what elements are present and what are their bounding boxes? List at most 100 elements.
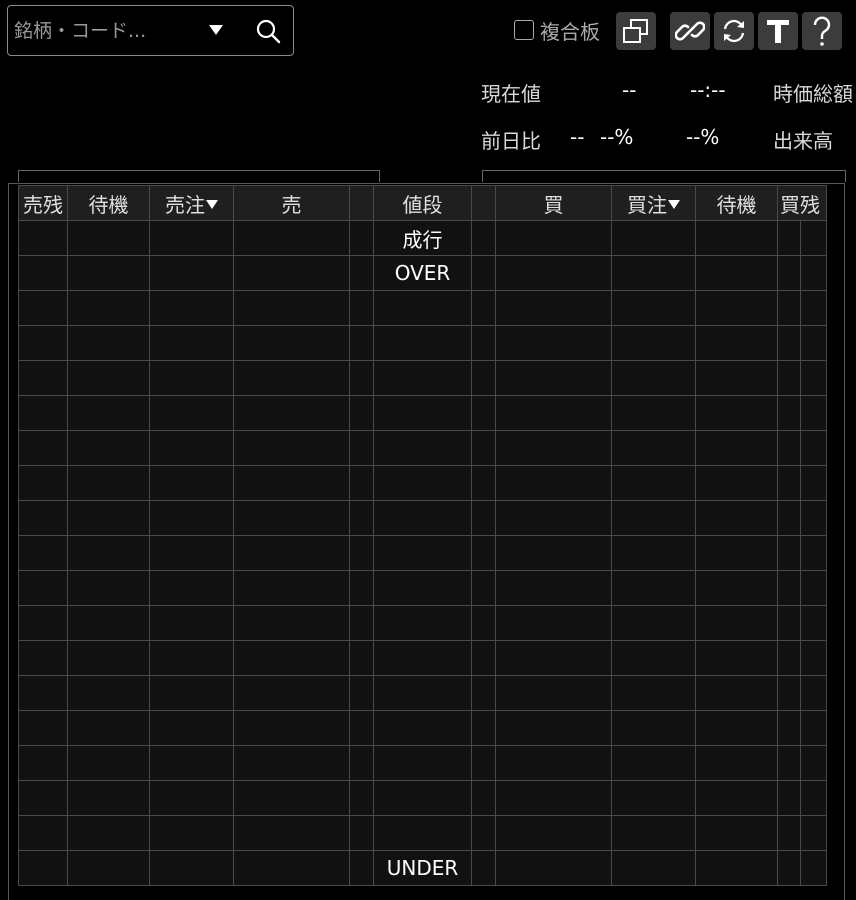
- board-cell[interactable]: [18, 535, 68, 571]
- board-cell[interactable]: [471, 360, 496, 396]
- board-cell[interactable]: [349, 255, 374, 291]
- board-cell[interactable]: [495, 500, 612, 536]
- price-cell[interactable]: [373, 430, 472, 466]
- board-cell[interactable]: [777, 535, 801, 571]
- board-cell[interactable]: [777, 675, 801, 711]
- board-cell[interactable]: [611, 290, 696, 326]
- board-cell[interactable]: [67, 780, 150, 816]
- board-cell[interactable]: [18, 850, 68, 886]
- board-cell[interactable]: [611, 255, 696, 291]
- board-cell[interactable]: [495, 535, 612, 571]
- board-cell[interactable]: [349, 850, 374, 886]
- board-cell[interactable]: [471, 710, 496, 746]
- board-cell[interactable]: [471, 500, 496, 536]
- board-cell[interactable]: [18, 780, 68, 816]
- price-cell[interactable]: [373, 710, 472, 746]
- header-buy[interactable]: 買: [495, 185, 612, 221]
- board-cell[interactable]: [471, 430, 496, 466]
- board-cell[interactable]: [695, 535, 778, 571]
- board-cell[interactable]: [67, 500, 150, 536]
- board-cell[interactable]: [695, 290, 778, 326]
- board-cell[interactable]: [349, 220, 374, 256]
- board-cell[interactable]: [800, 850, 827, 886]
- popout-window-button[interactable]: [616, 12, 656, 50]
- price-cell[interactable]: [373, 605, 472, 641]
- board-cell[interactable]: [149, 430, 234, 466]
- board-cell[interactable]: [67, 535, 150, 571]
- board-cell[interactable]: [495, 570, 612, 606]
- board-cell[interactable]: [495, 220, 612, 256]
- price-cell[interactable]: [373, 640, 472, 676]
- board-cell[interactable]: [611, 535, 696, 571]
- board-cell[interactable]: [800, 430, 827, 466]
- board-cell[interactable]: [777, 640, 801, 676]
- board-cell[interactable]: [149, 850, 234, 886]
- board-cell[interactable]: [471, 290, 496, 326]
- board-cell[interactable]: [149, 465, 234, 501]
- board-cell[interactable]: [611, 395, 696, 431]
- board-cell[interactable]: [149, 220, 234, 256]
- checkbox[interactable]: [514, 20, 534, 40]
- board-cell[interactable]: [611, 430, 696, 466]
- board-cell[interactable]: [67, 465, 150, 501]
- board-cell[interactable]: [349, 745, 374, 781]
- board-cell[interactable]: [777, 815, 801, 851]
- board-cell[interactable]: [349, 535, 374, 571]
- board-cell[interactable]: [777, 570, 801, 606]
- board-cell[interactable]: [800, 675, 827, 711]
- board-cell[interactable]: [695, 815, 778, 851]
- board-cell[interactable]: [18, 290, 68, 326]
- board-cell[interactable]: [495, 290, 612, 326]
- board-cell[interactable]: [777, 465, 801, 501]
- board-cell[interactable]: [471, 325, 496, 361]
- board-cell[interactable]: [695, 710, 778, 746]
- board-cell[interactable]: [349, 640, 374, 676]
- board-cell[interactable]: [611, 675, 696, 711]
- board-cell[interactable]: [777, 220, 801, 256]
- board-cell[interactable]: [349, 430, 374, 466]
- board-cell[interactable]: [695, 605, 778, 641]
- board-cell[interactable]: [67, 360, 150, 396]
- board-cell[interactable]: [495, 465, 612, 501]
- price-cell[interactable]: [373, 570, 472, 606]
- header-sell-waiting[interactable]: 待機: [67, 185, 150, 221]
- sort-down-icon[interactable]: [206, 199, 218, 209]
- board-cell[interactable]: [18, 710, 68, 746]
- board-cell[interactable]: [233, 605, 350, 641]
- board-cell[interactable]: [18, 395, 68, 431]
- price-cell[interactable]: [373, 465, 472, 501]
- board-cell[interactable]: [777, 360, 801, 396]
- board-cell[interactable]: [149, 570, 234, 606]
- board-cell[interactable]: [149, 745, 234, 781]
- board-cell[interactable]: [67, 430, 150, 466]
- board-cell[interactable]: [777, 395, 801, 431]
- board-cell[interactable]: [495, 640, 612, 676]
- price-cell[interactable]: [373, 815, 472, 851]
- board-cell[interactable]: [149, 815, 234, 851]
- board-cell[interactable]: [471, 605, 496, 641]
- board-cell[interactable]: [800, 395, 827, 431]
- board-cell[interactable]: [149, 535, 234, 571]
- board-cell[interactable]: [777, 850, 801, 886]
- board-cell[interactable]: [695, 850, 778, 886]
- board-cell[interactable]: [149, 710, 234, 746]
- board-cell[interactable]: [233, 745, 350, 781]
- board-cell[interactable]: [67, 570, 150, 606]
- board-cell[interactable]: [471, 255, 496, 291]
- board-cell[interactable]: [695, 220, 778, 256]
- board-cell[interactable]: [233, 430, 350, 466]
- board-cell[interactable]: [695, 360, 778, 396]
- board-cell[interactable]: [233, 395, 350, 431]
- board-cell[interactable]: [67, 675, 150, 711]
- board-cell[interactable]: [695, 255, 778, 291]
- board-cell[interactable]: [18, 570, 68, 606]
- header-buy-remaining[interactable]: 買残: [777, 185, 827, 221]
- board-cell[interactable]: [800, 745, 827, 781]
- price-cell[interactable]: [373, 500, 472, 536]
- board-cell[interactable]: [233, 780, 350, 816]
- board-cell[interactable]: [611, 570, 696, 606]
- board-cell[interactable]: [233, 640, 350, 676]
- board-cell[interactable]: [495, 815, 612, 851]
- board-cell[interactable]: [18, 255, 68, 291]
- board-cell[interactable]: [800, 500, 827, 536]
